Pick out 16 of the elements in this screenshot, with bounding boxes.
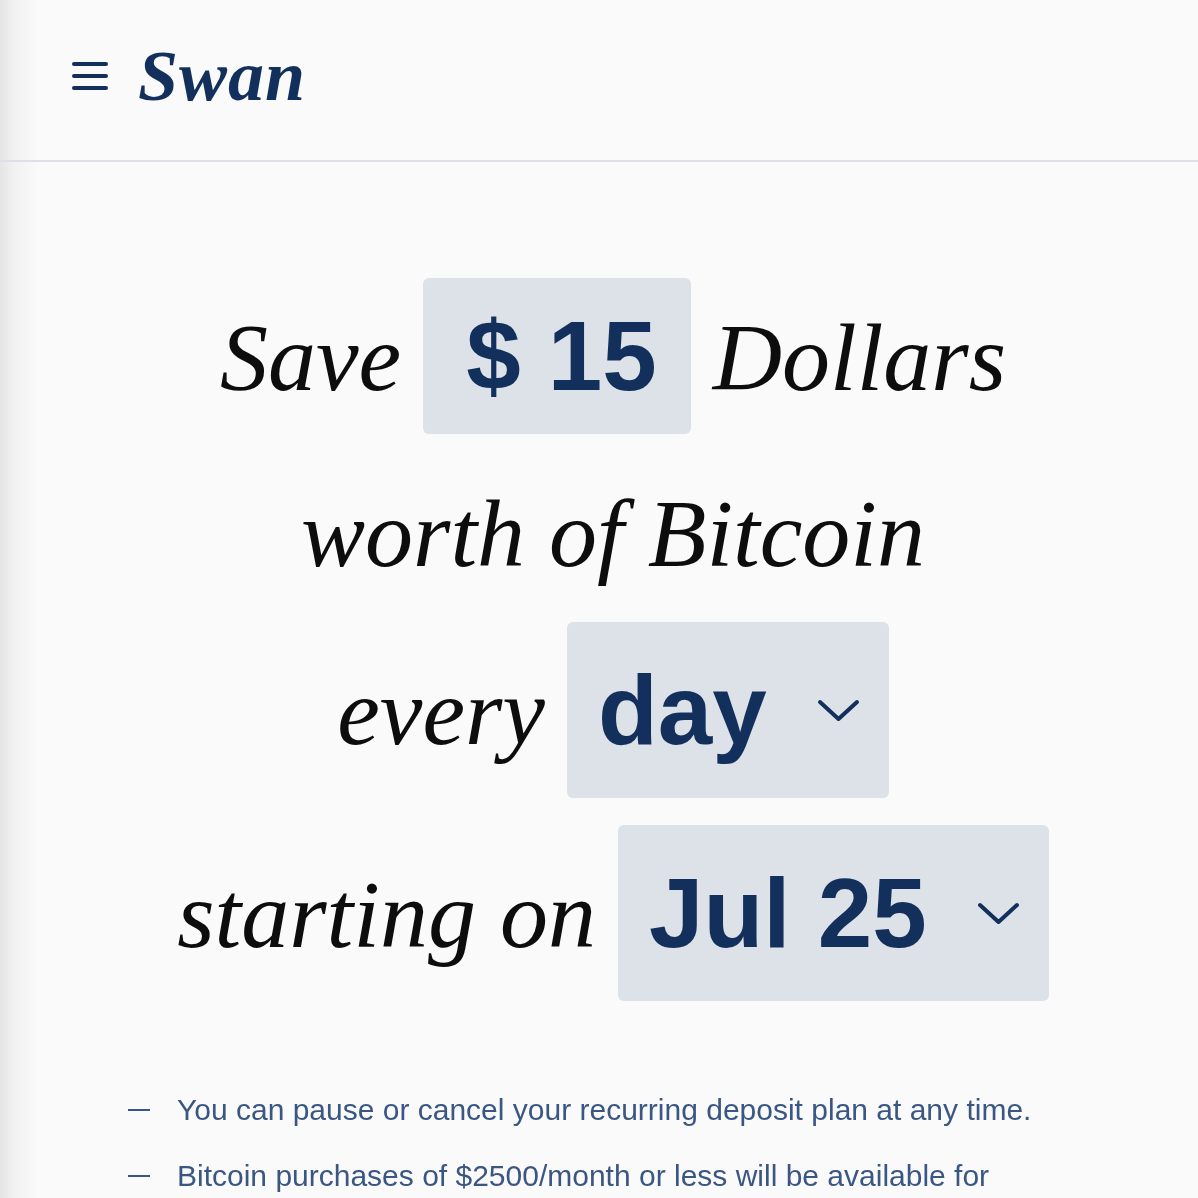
dropdown[interactable]: day [566, 622, 889, 798]
note-text: Bitcoin purchases of $2500/month or less will be available for [177, 1159, 990, 1193]
headline-text: worth of Bitcoin [301, 479, 925, 589]
headline-text: every [337, 657, 545, 767]
note-text: You can pause or cancel your recurring deposit plan at any time. [177, 1093, 1032, 1127]
dash-icon [128, 1175, 150, 1177]
amount-field[interactable]: $ 15 [423, 278, 691, 434]
headline-text: Save [219, 303, 402, 413]
menu-icon[interactable] [72, 62, 108, 90]
headline-text: starting on [177, 860, 596, 970]
dash-icon [128, 1109, 150, 1111]
chevron-down-icon [976, 901, 1020, 925]
logo-text[interactable]: Swan [138, 40, 307, 112]
chevron-down-icon [816, 698, 860, 722]
headline-text: Dollars [712, 303, 1007, 413]
dropdown[interactable]: Jul 25 [617, 825, 1049, 1001]
